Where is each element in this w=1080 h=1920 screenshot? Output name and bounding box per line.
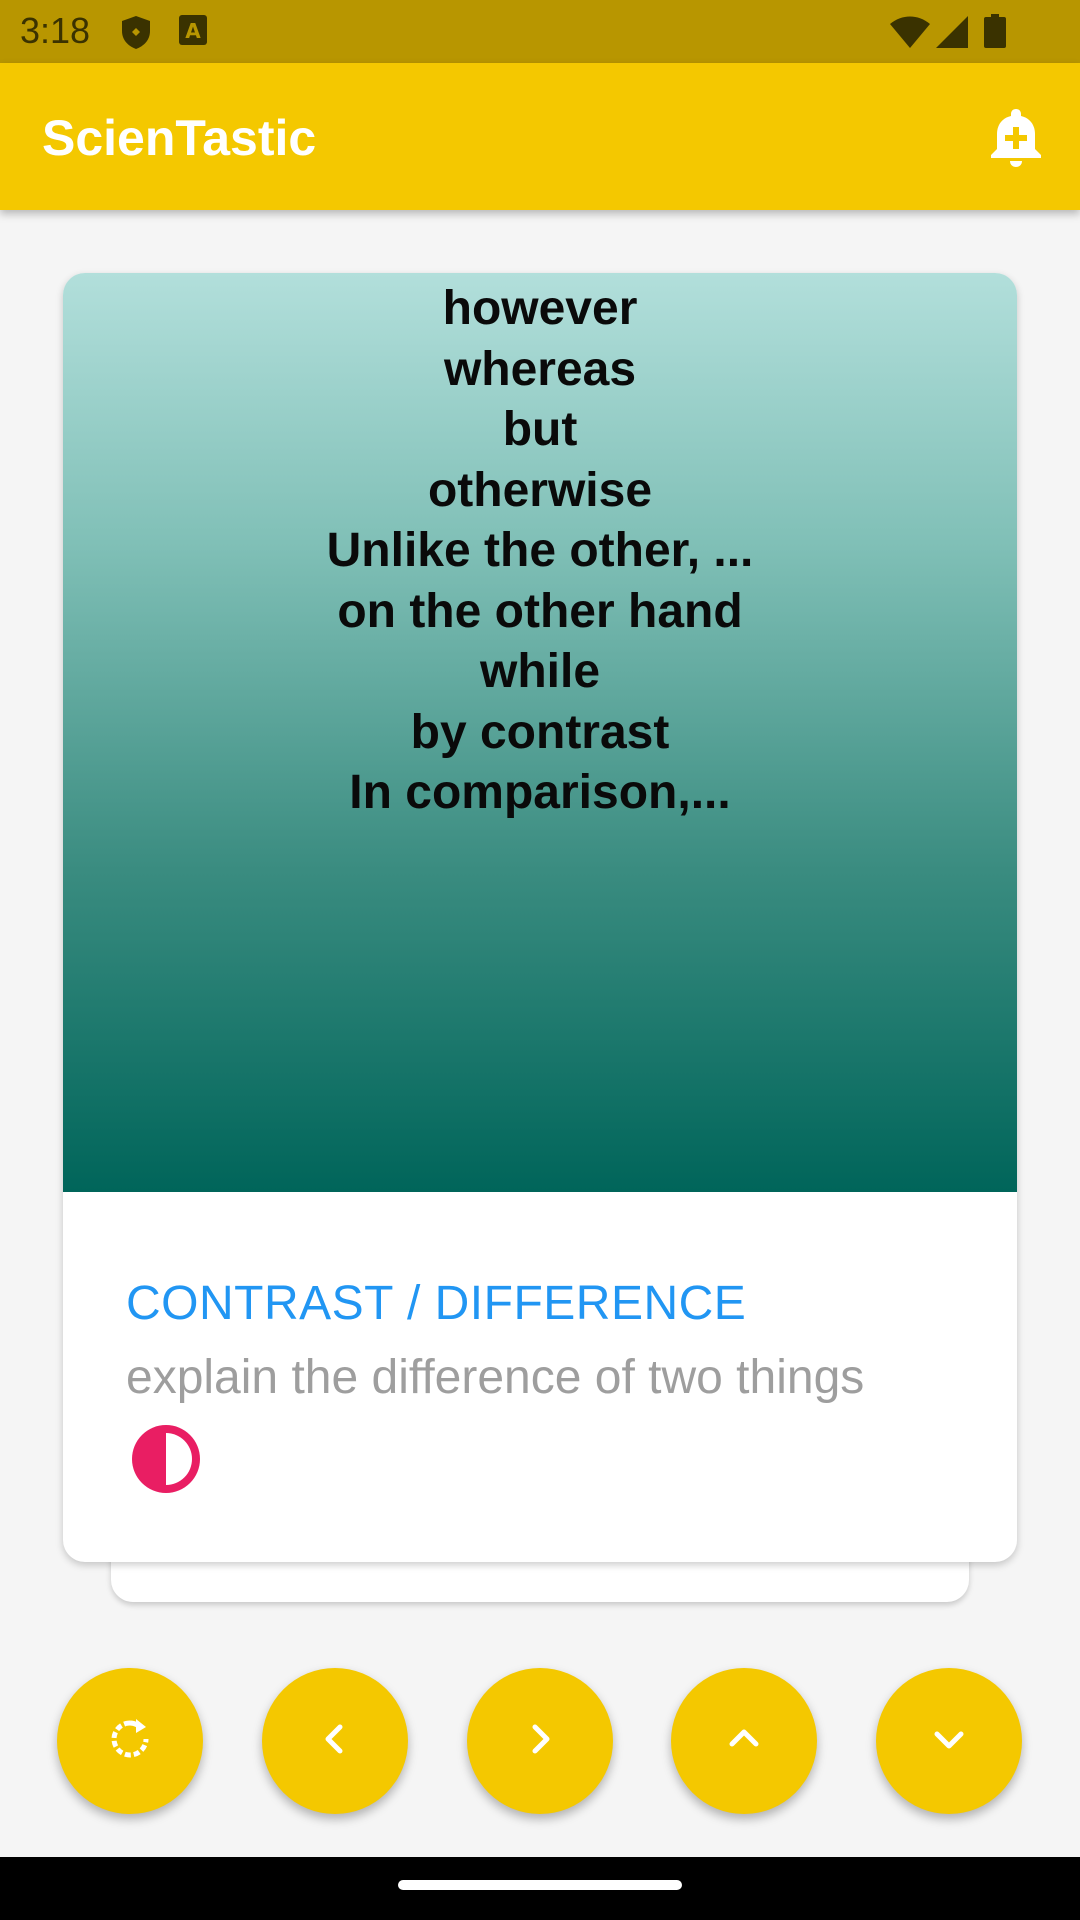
wifi-icon xyxy=(890,16,930,53)
down-button[interactable] xyxy=(876,1668,1022,1814)
chevron-down-icon xyxy=(929,1719,969,1764)
status-bar: 3:18 A xyxy=(0,0,1080,63)
word-item: Unlike the other, ... xyxy=(326,524,754,577)
bell-plus-icon xyxy=(984,109,1048,173)
card-image: however whereas but otherwise Unlike the… xyxy=(63,273,1017,1192)
chevron-left-icon xyxy=(315,1719,355,1764)
font-a-icon: A xyxy=(178,14,208,51)
refresh-icon xyxy=(106,1715,154,1768)
previous-button[interactable] xyxy=(262,1668,408,1814)
signal-icon xyxy=(936,16,968,53)
half-circle-contrast-icon xyxy=(130,1423,202,1495)
bell-plus-button[interactable] xyxy=(984,105,1048,169)
svg-text:A: A xyxy=(185,19,201,43)
home-gesture-handle[interactable] xyxy=(398,1880,682,1890)
up-button[interactable] xyxy=(671,1668,817,1814)
word-item: otherwise xyxy=(427,463,653,517)
battery-icon xyxy=(984,14,1006,53)
word-list: however whereas but otherwise Unlike the… xyxy=(63,273,1017,824)
shield-icon xyxy=(120,14,152,55)
refresh-button[interactable] xyxy=(57,1668,203,1814)
flash-card[interactable]: however whereas but otherwise Unlike the… xyxy=(63,273,1017,1562)
word-item: whereas xyxy=(443,342,637,396)
word-item: on the other hand xyxy=(337,584,743,638)
card-title: CONTRAST / DIFFERENCE xyxy=(126,1277,747,1330)
word-item: In comparison,... xyxy=(349,766,731,819)
word-item: by contrast xyxy=(410,705,670,759)
word-item: while xyxy=(479,645,601,698)
word-item: but xyxy=(502,403,578,456)
next-button[interactable] xyxy=(467,1668,613,1814)
app-bar: ScienTastic xyxy=(0,63,1080,210)
card-subtitle: explain the difference of two things xyxy=(126,1351,865,1404)
app-title: ScienTastic xyxy=(42,110,317,166)
status-time: 3:18 xyxy=(20,10,91,51)
chevron-up-icon xyxy=(724,1719,764,1764)
word-item: however xyxy=(442,282,638,335)
chevron-right-icon xyxy=(520,1719,560,1764)
